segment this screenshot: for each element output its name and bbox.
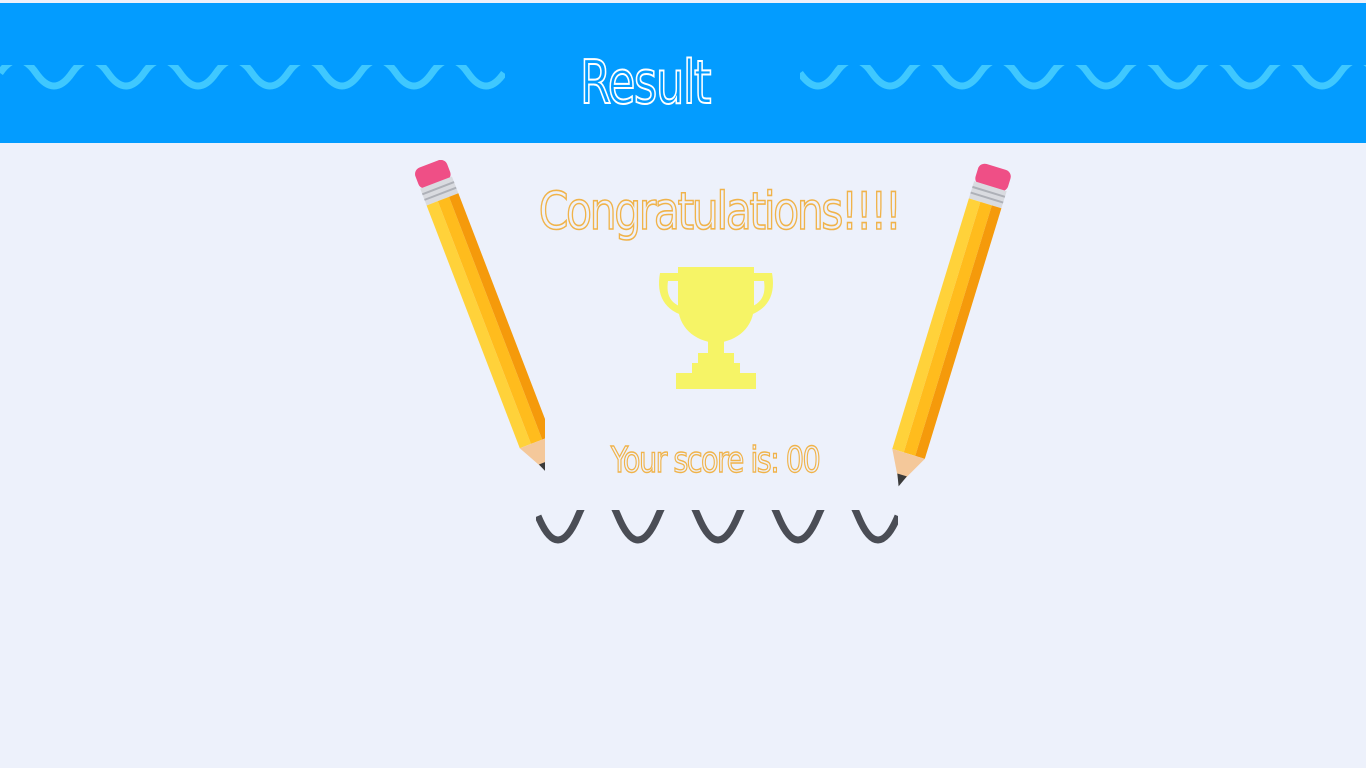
header-wave-left [0, 65, 505, 90]
header-bar: Result [0, 3, 1366, 143]
trophy-icon [659, 267, 773, 389]
score-value: 00 [785, 439, 821, 481]
right-pencil-icon [892, 163, 1011, 487]
page-title: Result [579, 47, 712, 119]
left-pencil-icon [415, 160, 545, 474]
squiggle-underline [536, 510, 898, 544]
score-label: Your score is: [610, 439, 786, 481]
header-wave-right [800, 65, 1366, 90]
congratulations-heading: Congratulations!!!! [538, 181, 903, 243]
score-text: Your score is: 00 [591, 438, 839, 484]
